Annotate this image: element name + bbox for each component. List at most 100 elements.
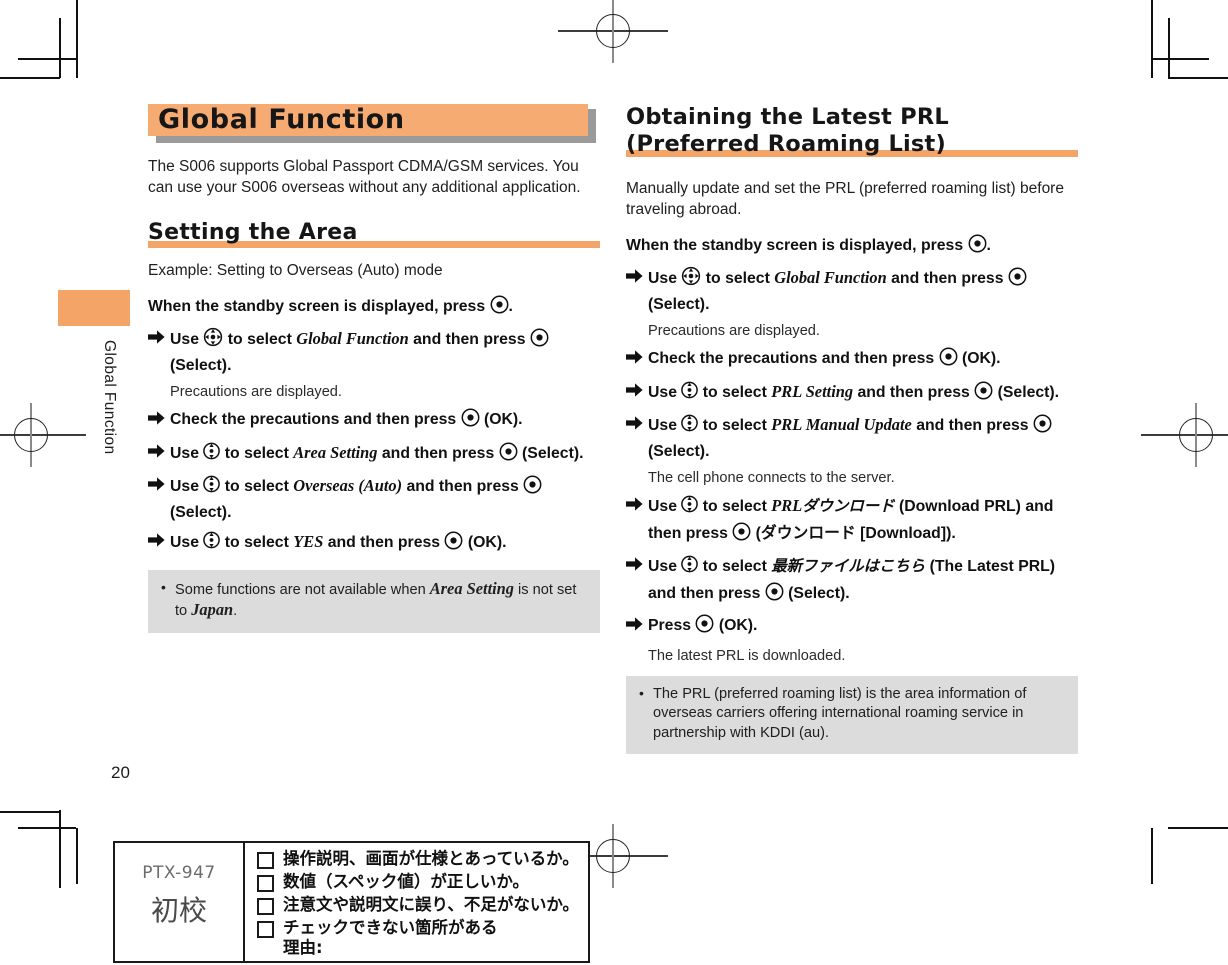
step-arrow-icon bbox=[626, 556, 643, 572]
center-key-icon bbox=[499, 442, 518, 469]
step-menu-item: Area Setting bbox=[293, 442, 378, 462]
step-post: and then press bbox=[916, 417, 1029, 434]
crop-mark-top-left-horizontal bbox=[0, 77, 60, 79]
step-text: Use to select PRLダウンロード (Download PRL) a… bbox=[626, 494, 1078, 548]
step-post: and then press bbox=[891, 270, 1004, 287]
step-mid: to select bbox=[224, 478, 289, 495]
step-item: Press (OK). The latest PRL is downloaded. bbox=[626, 614, 1078, 666]
center-key-icon bbox=[968, 234, 987, 260]
step-item: Use to select Overseas (Auto) and then p… bbox=[148, 474, 600, 524]
step-menu-item: Global Function bbox=[774, 268, 887, 287]
center-key-icon bbox=[444, 531, 463, 558]
step-tail: (Select). bbox=[648, 442, 710, 460]
crop-mark-bottom-left-horizontal bbox=[0, 811, 60, 813]
step-mid: to select bbox=[705, 270, 770, 287]
step-menu-item: PRL bbox=[771, 496, 803, 515]
step-mid: to select bbox=[227, 331, 292, 348]
checklist-row[interactable]: 操作説明、画面が仕様とあっているか。 bbox=[257, 849, 588, 869]
proof-stamp-left-cell: PTX-947 初校 bbox=[115, 843, 245, 961]
center-key-icon bbox=[939, 347, 958, 374]
step-item: Use to select YES and then press (OK). bbox=[148, 530, 600, 558]
step-arrow-icon bbox=[626, 415, 643, 431]
step-text: Use to select Area Setting and then pres… bbox=[148, 441, 600, 469]
note-left-text-c: . bbox=[233, 603, 238, 619]
step-lead-right: When the standby screen is displayed, pr… bbox=[626, 234, 1078, 260]
step-tail: (Select). bbox=[170, 503, 232, 521]
crop-mark-bottom-left-vertical-inner bbox=[76, 828, 78, 884]
step-mid: to select bbox=[224, 444, 289, 462]
step-item: Use to select 最新ファイルはこちら (The Latest PRL… bbox=[626, 554, 1078, 608]
step-tail: (ダウンロード [Download]). bbox=[755, 524, 956, 542]
crop-mark-top-left-horizontal-inner bbox=[18, 58, 76, 60]
center-key-icon bbox=[1008, 267, 1027, 294]
step-post: and then press bbox=[381, 444, 495, 462]
step-text: Use to select Global Function and then p… bbox=[148, 327, 600, 377]
checklist-checkbox[interactable] bbox=[257, 852, 274, 869]
step-result-text: Precautions are displayed. bbox=[170, 384, 342, 400]
checklist-row[interactable]: 数値（スペック値）が正しいか。 bbox=[257, 872, 588, 892]
center-key-icon bbox=[490, 295, 509, 321]
step-pre: Use bbox=[170, 534, 199, 551]
step-arrow-icon bbox=[626, 382, 643, 398]
center-key-icon bbox=[530, 328, 549, 355]
step-menu-item: YES bbox=[293, 532, 324, 551]
updown-key-icon bbox=[681, 380, 699, 408]
step-mid: to select bbox=[702, 417, 767, 434]
step-item: Use to select PRL Setting and then press… bbox=[626, 380, 1078, 408]
crop-mark-bottom-right-vertical bbox=[1151, 828, 1153, 884]
step-arrow-icon bbox=[148, 443, 165, 459]
right-column: Obtaining the Latest PRL (Preferred Roam… bbox=[626, 104, 1078, 754]
step-pre: Use bbox=[170, 478, 199, 495]
step-pre: Use bbox=[648, 498, 677, 515]
step-tail: (Select). bbox=[788, 584, 850, 602]
step-item: Check the precautions and then press (OK… bbox=[148, 408, 600, 435]
step-arrow-icon bbox=[148, 476, 165, 492]
proof-stamp-stage: 初校 bbox=[150, 894, 207, 927]
step-text: Check the precautions and then press (OK… bbox=[626, 347, 1078, 374]
center-key-icon bbox=[1033, 414, 1052, 441]
step-tail: (Select). bbox=[522, 444, 584, 462]
step-arrow-icon bbox=[626, 268, 643, 284]
step-post: and then press bbox=[413, 331, 526, 348]
checklist-checkbox[interactable] bbox=[257, 875, 274, 892]
chapter-banner: Global Function bbox=[148, 104, 600, 143]
section-heading-text: Setting the Area bbox=[148, 220, 358, 245]
checklist-label: チェックできない箇所がある 理由: bbox=[283, 918, 498, 957]
step-menu-item-jp: 最新ファイルはこちら bbox=[771, 557, 926, 575]
checklist-row[interactable]: チェックできない箇所がある 理由: bbox=[257, 918, 588, 958]
step-text: Use to select PRL Setting and then press… bbox=[626, 380, 1078, 408]
checklist-reason-label: 理由: bbox=[283, 938, 323, 957]
step-tail: (Select). bbox=[170, 356, 232, 374]
center-key-icon bbox=[974, 381, 993, 408]
step-pre: Use bbox=[648, 383, 677, 401]
crop-mark-bottom-left-horizontal-inner bbox=[18, 827, 76, 829]
note-left-italic-a: Area Setting bbox=[429, 578, 514, 598]
crop-mark-bottom-right-horizontal bbox=[1168, 827, 1228, 829]
step-menu-item: PRL Setting bbox=[771, 381, 854, 401]
step-arrow-icon bbox=[626, 496, 643, 512]
checklist-row[interactable]: 注意文や説明文に誤り、不足がないか。 bbox=[257, 895, 588, 915]
four-way-key-icon bbox=[203, 327, 223, 355]
chapter-side-tab bbox=[58, 290, 130, 326]
step-lead-right-tail: . bbox=[986, 237, 991, 254]
step-menu-item: Overseas (Auto) bbox=[293, 476, 403, 495]
step-lead-right-text: When the standby screen is displayed, pr… bbox=[626, 237, 964, 254]
step-text: Use to select 最新ファイルはこちら (The Latest PRL… bbox=[626, 554, 1078, 608]
note-row-right: The PRL (preferred roaming list) is the … bbox=[638, 684, 1066, 744]
proof-stamp-code: PTX-947 bbox=[142, 863, 216, 883]
section-heading-setting-the-area: Setting the Area bbox=[148, 220, 600, 248]
checklist-checkbox[interactable] bbox=[257, 921, 274, 938]
note-box-right: The PRL (preferred roaming list) is the … bbox=[626, 675, 1078, 754]
step-text: Press (OK). bbox=[626, 614, 1078, 641]
proof-stamp-table: PTX-947 初校 操作説明、画面が仕様とあっているか。数値（スペック値）が正… bbox=[113, 841, 590, 963]
step-tail: (Select). bbox=[648, 295, 710, 313]
step-mid: to select bbox=[702, 498, 767, 515]
chapter-side-label: Global Function bbox=[101, 340, 118, 455]
checklist-label: 数値（スペック値）が正しいか。 bbox=[283, 872, 530, 891]
updown-key-icon bbox=[681, 413, 699, 441]
checklist-checkbox[interactable] bbox=[257, 898, 274, 915]
updown-key-icon bbox=[681, 494, 699, 522]
updown-key-icon bbox=[203, 441, 221, 469]
step-tail: (Select). bbox=[997, 383, 1060, 401]
step-text: Use to select YES and then press (OK). bbox=[148, 530, 600, 558]
